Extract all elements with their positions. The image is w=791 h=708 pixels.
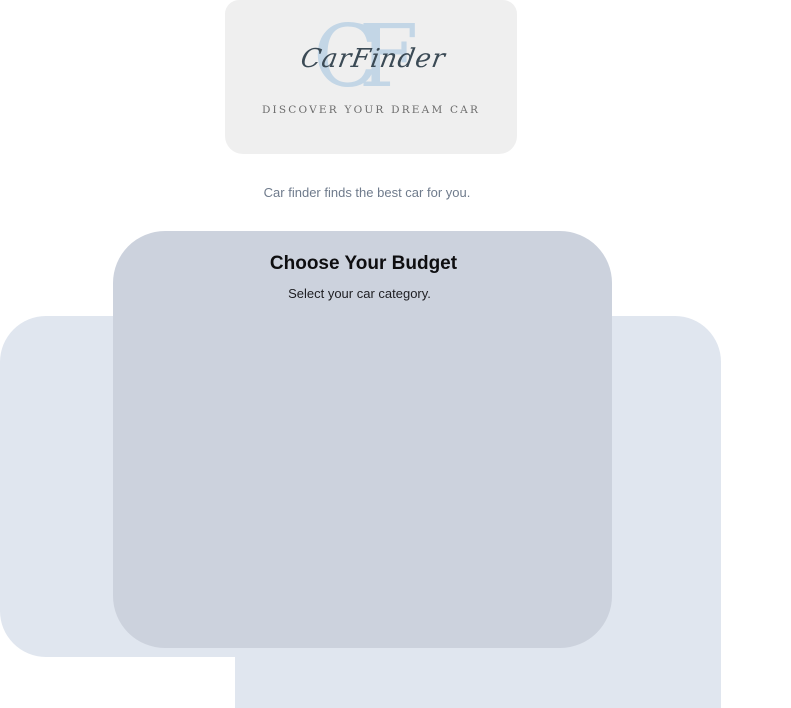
logo-wordmark: CarFinder (298, 44, 449, 74)
budget-title: Choose Your Budget (269, 253, 458, 274)
budget-card: Choose Your Budget Select your car categ… (113, 231, 612, 648)
logo-card: CF CarFinder DISCOVER YOUR DREAM CAR (225, 0, 517, 154)
budget-subtitle: Select your car category. (288, 286, 431, 301)
intro-text: Car finder finds the best car for you. (263, 185, 471, 200)
logo-tagline: DISCOVER YOUR DREAM CAR (261, 104, 481, 116)
